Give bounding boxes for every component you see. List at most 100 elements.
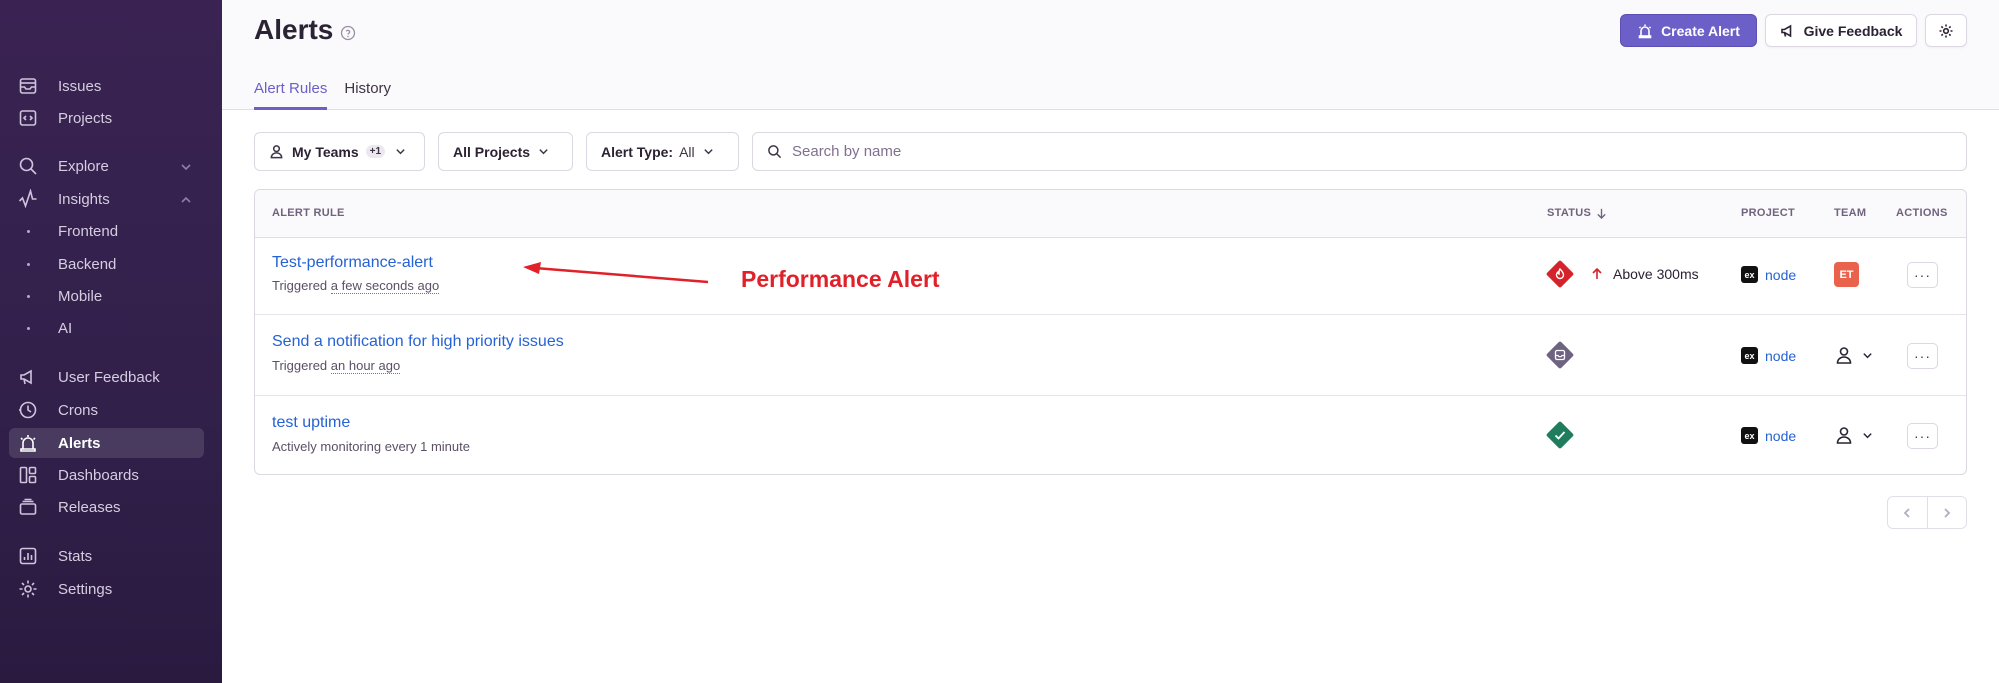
search-box [752, 132, 1967, 171]
chevron-down-icon [1863, 352, 1872, 358]
pagination [1887, 496, 1967, 529]
trigger-time: a few seconds ago [330, 278, 440, 294]
sidebar-item-frontend[interactable]: Frontend [9, 217, 204, 245]
settings-button[interactable] [1925, 14, 1967, 47]
help-icon[interactable] [340, 25, 356, 41]
arrow-down-icon [1597, 208, 1606, 219]
sidebar-item-explore[interactable]: Explore [9, 151, 204, 181]
issue-alert-status-icon [1546, 341, 1574, 369]
arrow-up-icon [1592, 268, 1602, 279]
critical-status-icon [1546, 260, 1574, 288]
alert-rule-link[interactable]: Test-performance-alert [272, 254, 433, 272]
user-icon [270, 145, 283, 159]
sidebar-item-user-feedback[interactable]: User Feedback [9, 362, 204, 392]
sidebar-item-alerts[interactable]: Alerts [9, 428, 204, 458]
team-count-badge: +1 [365, 145, 386, 158]
annotation-arrow [523, 262, 709, 284]
tab-alert-rules[interactable]: Alert Rules [254, 80, 328, 110]
team-selector[interactable] [1834, 425, 1873, 445]
give-feedback-button[interactable]: Give Feedback [1765, 14, 1917, 47]
tab-history[interactable]: History [344, 80, 391, 110]
sidebar-item-stats[interactable]: Stats [9, 541, 204, 571]
sidebar-item-ai[interactable]: AI [9, 314, 204, 342]
tab-bar: Alert Rules History [254, 80, 408, 110]
team-selector[interactable] [1834, 345, 1873, 365]
project-link[interactable]: ex node [1741, 427, 1796, 444]
column-header-actions: ACTIONS [1896, 207, 1948, 219]
chevron-down-icon [396, 149, 405, 155]
express-logo-icon: ex [1741, 427, 1758, 444]
sidebar-item-label: Explore [58, 157, 109, 175]
table-header: ALERT RULE STATUS PROJECT TEAM ACTIONS [255, 190, 1966, 238]
chevron-down-icon [180, 160, 192, 172]
table-row: Send a notification for high priority is… [255, 315, 1966, 396]
graph-icon [17, 188, 39, 210]
sidebar-item-settings[interactable]: Settings [9, 574, 204, 604]
column-header-project: PROJECT [1741, 207, 1796, 219]
chevron-down-icon [539, 149, 548, 155]
annotation-label: Performance Alert [741, 266, 940, 292]
sidebar-item-label: Frontend [58, 222, 119, 240]
alert-rule-subtitle: Actively monitoring every 1 minute [272, 439, 470, 454]
megaphone-icon [1780, 24, 1791, 37]
releases-icon [17, 496, 39, 518]
trigger-time: an hour ago [330, 358, 401, 374]
alert-rule-link[interactable]: Send a notification for high priority is… [272, 333, 564, 351]
row-actions-button[interactable]: ··· [1907, 262, 1938, 288]
team-avatar[interactable]: ET [1834, 262, 1859, 287]
column-header-alert-rule: ALERT RULE [272, 207, 345, 219]
sidebar-item-dashboards[interactable]: Dashboards [9, 460, 204, 490]
alert-type-filter[interactable]: Alert Type: All [586, 132, 739, 171]
resolved-status-icon [1546, 421, 1574, 449]
search-input[interactable] [792, 143, 1692, 160]
row-actions-button[interactable]: ··· [1907, 343, 1938, 369]
sidebar-item-label: Issues [58, 77, 102, 95]
sidebar-item-label: Stats [58, 547, 93, 565]
dashboard-icon [17, 464, 39, 486]
row-actions-button[interactable]: ··· [1907, 423, 1938, 449]
alert-rules-table: ALERT RULE STATUS PROJECT TEAM ACTIONS T… [254, 189, 1967, 475]
search-icon [17, 155, 39, 177]
gear-icon [17, 578, 39, 600]
sidebar-item-label: Dashboards [58, 466, 139, 484]
create-alert-button[interactable]: Create Alert [1620, 14, 1757, 47]
sidebar-item-crons[interactable]: Crons [9, 395, 204, 425]
stats-icon [17, 545, 39, 567]
sidebar-item-insights[interactable]: Insights [9, 184, 204, 214]
timer-icon [17, 399, 39, 421]
page-title: Alerts [254, 14, 334, 45]
chevron-right-icon [1944, 507, 1951, 518]
search-icon [768, 145, 782, 159]
siren-icon [1638, 24, 1652, 38]
sidebar-item-label: Mobile [58, 287, 103, 305]
chevron-down-icon [703, 149, 713, 155]
sidebar-item-projects[interactable]: Projects [9, 103, 204, 133]
table-row: Test-performance-alert Triggered a few s… [255, 238, 1966, 315]
sidebar-item-mobile[interactable]: Mobile [9, 282, 204, 310]
project-link[interactable]: ex node [1741, 266, 1796, 283]
page-header: Alerts Create Alert Give Feedback Alert … [222, 0, 1999, 110]
chevron-up-icon [180, 193, 192, 205]
sidebar: Issues Projects Explore Insights Fronten… [0, 0, 222, 683]
megaphone-icon [17, 366, 39, 388]
status-threshold: Above 300ms [1591, 266, 1699, 282]
sidebar-item-releases[interactable]: Releases [9, 492, 204, 522]
user-icon [1836, 427, 1852, 444]
sidebar-item-label: Backend [58, 255, 117, 273]
column-header-status[interactable]: STATUS [1547, 207, 1607, 219]
project-link[interactable]: ex node [1741, 347, 1796, 364]
user-icon [1836, 347, 1852, 364]
previous-page-button[interactable] [1888, 497, 1928, 528]
column-header-team: TEAM [1834, 207, 1867, 219]
siren-icon [17, 432, 39, 454]
alert-rule-subtitle: Triggered a few seconds ago [272, 278, 440, 294]
express-logo-icon: ex [1741, 266, 1758, 283]
alert-rule-link[interactable]: test uptime [272, 414, 350, 432]
teams-filter[interactable]: My Teams +1 [254, 132, 425, 171]
next-page-button[interactable] [1928, 497, 1967, 528]
projects-filter[interactable]: All Projects [438, 132, 573, 171]
table-row: test uptime Actively monitoring every 1 … [255, 396, 1966, 474]
sidebar-item-issues[interactable]: Issues [9, 71, 204, 101]
sidebar-item-backend[interactable]: Backend [9, 250, 204, 278]
sidebar-item-label: AI [58, 319, 73, 337]
